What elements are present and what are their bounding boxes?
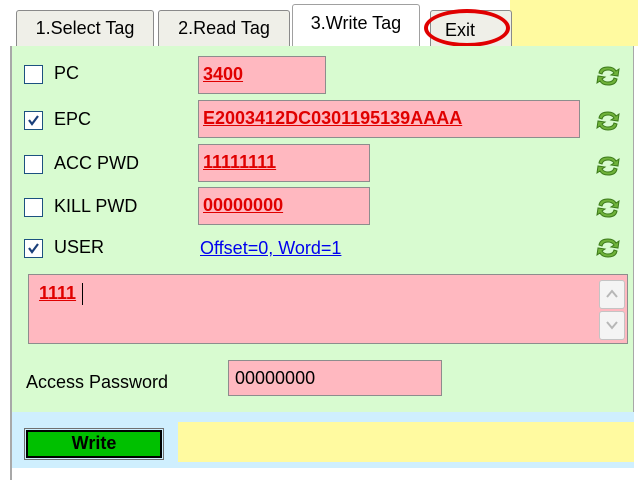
kill-pwd-field[interactable]: 00000000 (198, 187, 370, 225)
arrow-down-icon (606, 321, 618, 330)
user-checkbox[interactable] (24, 239, 43, 258)
kill-pwd-label: KILL PWD (54, 196, 138, 216)
access-password-label: Access Password (26, 372, 169, 392)
acc-pwd-field[interactable]: 11111111 (198, 144, 370, 182)
epc-label: EPC (54, 109, 92, 129)
access-password-field[interactable]: 00000000 (228, 360, 442, 396)
pc-checkbox[interactable] (24, 65, 43, 84)
epc-field[interactable]: E2003412DC0301195139AAAA (198, 100, 580, 138)
user-label: USER (54, 237, 105, 257)
scroll-up-button[interactable] (599, 280, 625, 309)
epc-refresh-icon[interactable] (594, 109, 622, 133)
bottom-edge (10, 468, 634, 480)
write-button[interactable]: Write (24, 428, 164, 460)
tab-read-tag[interactable]: 2.Read Tag (158, 10, 290, 46)
acc-pwd-refresh-icon[interactable] (594, 154, 622, 178)
kill-pwd-refresh-icon[interactable] (594, 196, 622, 220)
user-data-scrollbar[interactable] (599, 277, 625, 341)
tab-select-tag[interactable]: 1.Select Tag (16, 10, 154, 46)
epc-checkmark-icon (28, 115, 39, 126)
epc-checkbox[interactable] (24, 111, 43, 130)
kill-pwd-checkbox[interactable] (24, 198, 43, 217)
pc-refresh-icon[interactable] (594, 64, 622, 88)
user-offset-link[interactable]: Offset=0, Word=1 (200, 238, 341, 259)
text-caret (82, 283, 83, 305)
tab-strip-background (510, 0, 638, 46)
tab-strip: 1.Select Tag 2.Read Tag 3.Write Tag Exit (0, 0, 638, 47)
status-box (178, 422, 634, 462)
pc-field[interactable]: 3400 (198, 56, 326, 94)
acc-pwd-checkbox[interactable] (24, 155, 43, 174)
arrow-up-icon (606, 289, 618, 298)
user-data-textarea[interactable]: 1111 (28, 274, 628, 344)
write-tag-panel: PC 3400 EPC E2003412DC0301195139AAAA ACC… (10, 46, 634, 412)
tab-write-tag[interactable]: 3.Write Tag (292, 4, 420, 46)
acc-pwd-label: ACC PWD (54, 153, 139, 173)
user-data-value: 1111 (39, 283, 77, 303)
scroll-down-button[interactable] (599, 311, 625, 340)
user-checkmark-icon (28, 243, 39, 254)
exit-highlight-circle (424, 9, 510, 47)
user-refresh-icon[interactable] (594, 236, 622, 260)
pc-label: PC (54, 63, 80, 83)
